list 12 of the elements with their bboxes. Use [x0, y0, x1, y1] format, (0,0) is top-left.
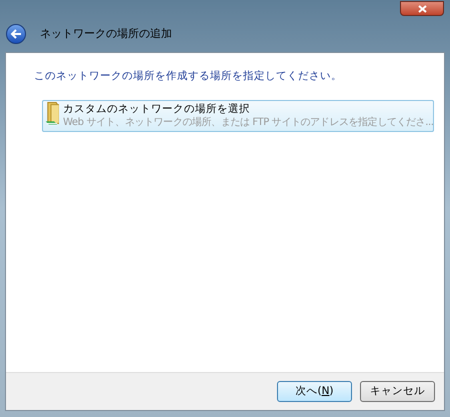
- next-button[interactable]: 次へ(N): [277, 381, 352, 402]
- network-folder-icon: [45, 102, 59, 125]
- option-description: Web サイト、ネットワークの場所、または FTP サイトのアドレスを指定してくださ...: [63, 116, 434, 130]
- option-title: カスタムのネットワークの場所を選択: [63, 102, 251, 116]
- instruction-text: このネットワークの場所を作成する場所を指定してください。: [34, 69, 343, 84]
- cancel-button[interactable]: キャンセル: [360, 381, 435, 402]
- window-title: ネットワークの場所の追加: [40, 26, 172, 42]
- close-button[interactable]: [400, 1, 444, 16]
- option-item[interactable]: カスタムのネットワークの場所を選択 Web サイト、ネットワークの場所、または FTP サイトのアドレスを指定してくださ...: [42, 100, 434, 132]
- back-arrow-icon: [10, 29, 22, 39]
- close-icon: [418, 4, 426, 12]
- back-button[interactable]: [6, 24, 26, 44]
